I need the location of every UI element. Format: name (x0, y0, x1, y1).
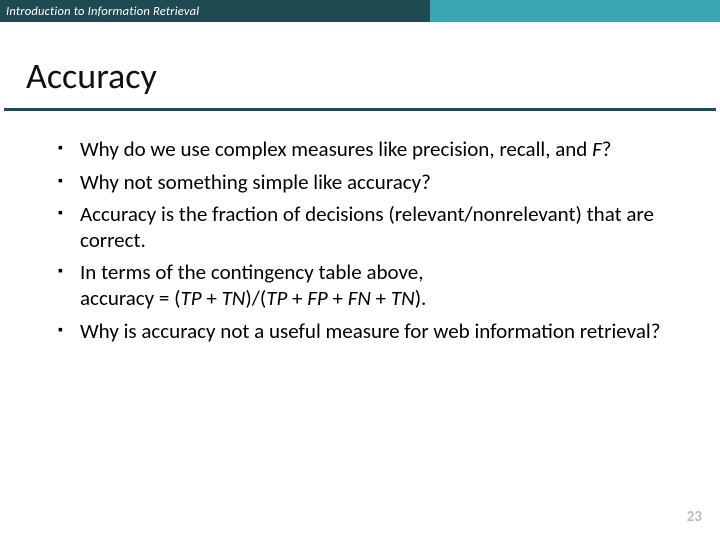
bullet-text: Accuracy is the fraction of decisions (r… (80, 201, 654, 253)
slide: Introduction to Information Retrieval Ac… (0, 0, 720, 540)
bullet-item: Why do we use complex measures like prec… (58, 137, 682, 163)
course-title: Introduction to Information Retrieval (6, 4, 199, 19)
formula-var: TP (181, 285, 202, 311)
bullet-text: Why do we use complex measures like prec… (80, 136, 592, 162)
formula-var: TP (266, 285, 287, 311)
italic-f: F (592, 136, 602, 162)
formula-text: ). (415, 285, 427, 311)
page-number: 23 (687, 508, 702, 526)
formula-text: + (202, 285, 222, 311)
header-accent (430, 0, 720, 22)
header-left: Introduction to Information Retrieval (0, 0, 430, 22)
formula-text: )/( (245, 285, 266, 311)
bullet-item: Accuracy is the fraction of decisions (r… (58, 202, 682, 253)
bullet-text: Why is accuracy not a useful measure for… (80, 318, 660, 344)
formula-text: accuracy = ( (80, 285, 181, 311)
bullet-formula: accuracy = (TP + TN)/(TP + FP + FN + TN)… (80, 286, 682, 312)
formula-var: FP (307, 285, 328, 311)
formula-text: + (371, 285, 391, 311)
bullet-item: Why is accuracy not a useful measure for… (58, 319, 682, 345)
bullet-item: Why not something simple like accuracy? (58, 170, 682, 196)
formula-text: + (328, 285, 348, 311)
slide-title: Accuracy (26, 54, 698, 98)
content: Why do we use complex measures like prec… (0, 111, 720, 344)
bullet-text: Why not something simple like accuracy? (80, 169, 431, 195)
title-block: Accuracy (0, 22, 720, 104)
bullet-list: Why do we use complex measures like prec… (58, 137, 682, 344)
formula-var: TN (391, 285, 415, 311)
formula-var: TN (222, 285, 246, 311)
bullet-text: In terms of the contingency table above, (80, 260, 682, 286)
header-bar: Introduction to Information Retrieval (0, 0, 720, 22)
formula-text: + (287, 285, 307, 311)
formula-var: FN (348, 285, 371, 311)
bullet-item: In terms of the contingency table above,… (58, 260, 682, 311)
bullet-text: ? (602, 136, 612, 162)
